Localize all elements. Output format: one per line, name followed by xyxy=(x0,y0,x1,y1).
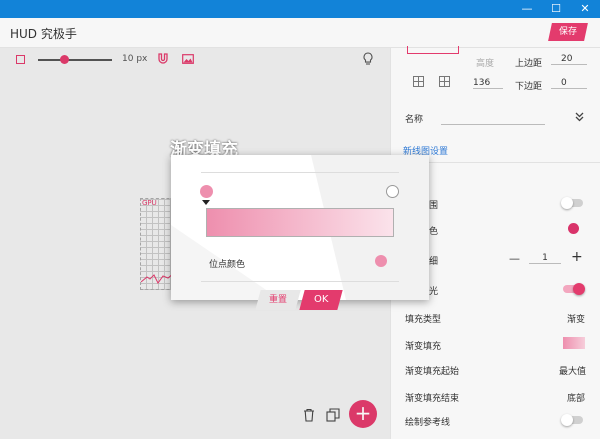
layout-box-outline xyxy=(407,46,459,54)
range-toggle[interactable] xyxy=(561,197,583,209)
name-label: 名称 xyxy=(405,115,424,125)
gradient-stop-end[interactable] xyxy=(386,185,399,198)
app-title: HUD 究极手 xyxy=(10,27,77,41)
gradient-preview-bar[interactable] xyxy=(206,208,394,237)
height-input[interactable]: 136 xyxy=(473,78,503,89)
fill-type-label: 填充类型 xyxy=(405,315,442,325)
gradient-start-value[interactable]: 最大值 xyxy=(559,364,586,377)
close-button[interactable]: ✕ xyxy=(570,0,600,18)
thickness-decrement[interactable]: — xyxy=(509,252,520,265)
gradient-end-label: 渐变填充结束 xyxy=(405,394,460,404)
color-label: 色 xyxy=(429,227,439,237)
fill-type-value[interactable]: 渐变 xyxy=(567,312,585,325)
top-margin-input[interactable]: 20 xyxy=(551,54,587,65)
dialog-divider-bottom xyxy=(201,281,399,282)
gradient-end-value[interactable]: 底部 xyxy=(567,391,585,404)
point-color-swatch[interactable] xyxy=(375,255,387,267)
window-titlebar: — ☐ ✕ xyxy=(0,0,600,18)
bottom-margin-label: 下边距 xyxy=(515,82,543,92)
save-button[interactable]: 保存 xyxy=(548,23,588,41)
reset-button-label: 重置 xyxy=(268,295,287,305)
top-margin-label: 上边距 xyxy=(515,59,543,69)
point-color-label: 位点颜色 xyxy=(209,260,246,270)
grid-icon[interactable] xyxy=(439,76,450,87)
thickness-label: 细 xyxy=(429,257,439,267)
gradient-fill-dialog: 位点颜色 xyxy=(171,155,429,300)
reference-line-toggle[interactable] xyxy=(561,414,583,426)
width-label: 高度 xyxy=(476,59,495,69)
save-button-label: 保存 xyxy=(558,27,577,37)
grid-icon[interactable] xyxy=(413,76,424,87)
glow-toggle[interactable] xyxy=(563,283,585,295)
glow-label: 光 xyxy=(429,287,439,297)
line-color-swatch[interactable] xyxy=(568,223,579,234)
gradient-start-label: 渐变填充起始 xyxy=(405,367,460,377)
ok-button-label: OK xyxy=(313,294,329,305)
ok-button[interactable]: OK xyxy=(299,290,343,310)
selected-stop-indicator xyxy=(202,200,210,205)
gradient-fill-swatch[interactable] xyxy=(563,337,585,349)
dialog-divider-top xyxy=(201,172,399,173)
reset-button[interactable]: 重置 xyxy=(255,290,301,310)
range-label: 围 xyxy=(429,201,439,211)
bottom-margin-input[interactable]: 0 xyxy=(551,78,587,89)
double-chevron-down-icon[interactable] xyxy=(575,112,584,122)
name-input[interactable] xyxy=(441,112,545,125)
maximize-button[interactable]: ☐ xyxy=(541,0,571,18)
reference-line-label: 绘制参考线 xyxy=(405,418,451,428)
minimize-button[interactable]: — xyxy=(512,0,542,18)
thickness-increment[interactable]: + xyxy=(571,249,583,265)
gradient-fill-label: 渐变填充 xyxy=(405,342,442,352)
gradient-stop-start[interactable] xyxy=(200,185,213,198)
app-header: HUD 究极手 保存 xyxy=(0,18,600,48)
thickness-input[interactable]: 1 xyxy=(529,253,561,264)
